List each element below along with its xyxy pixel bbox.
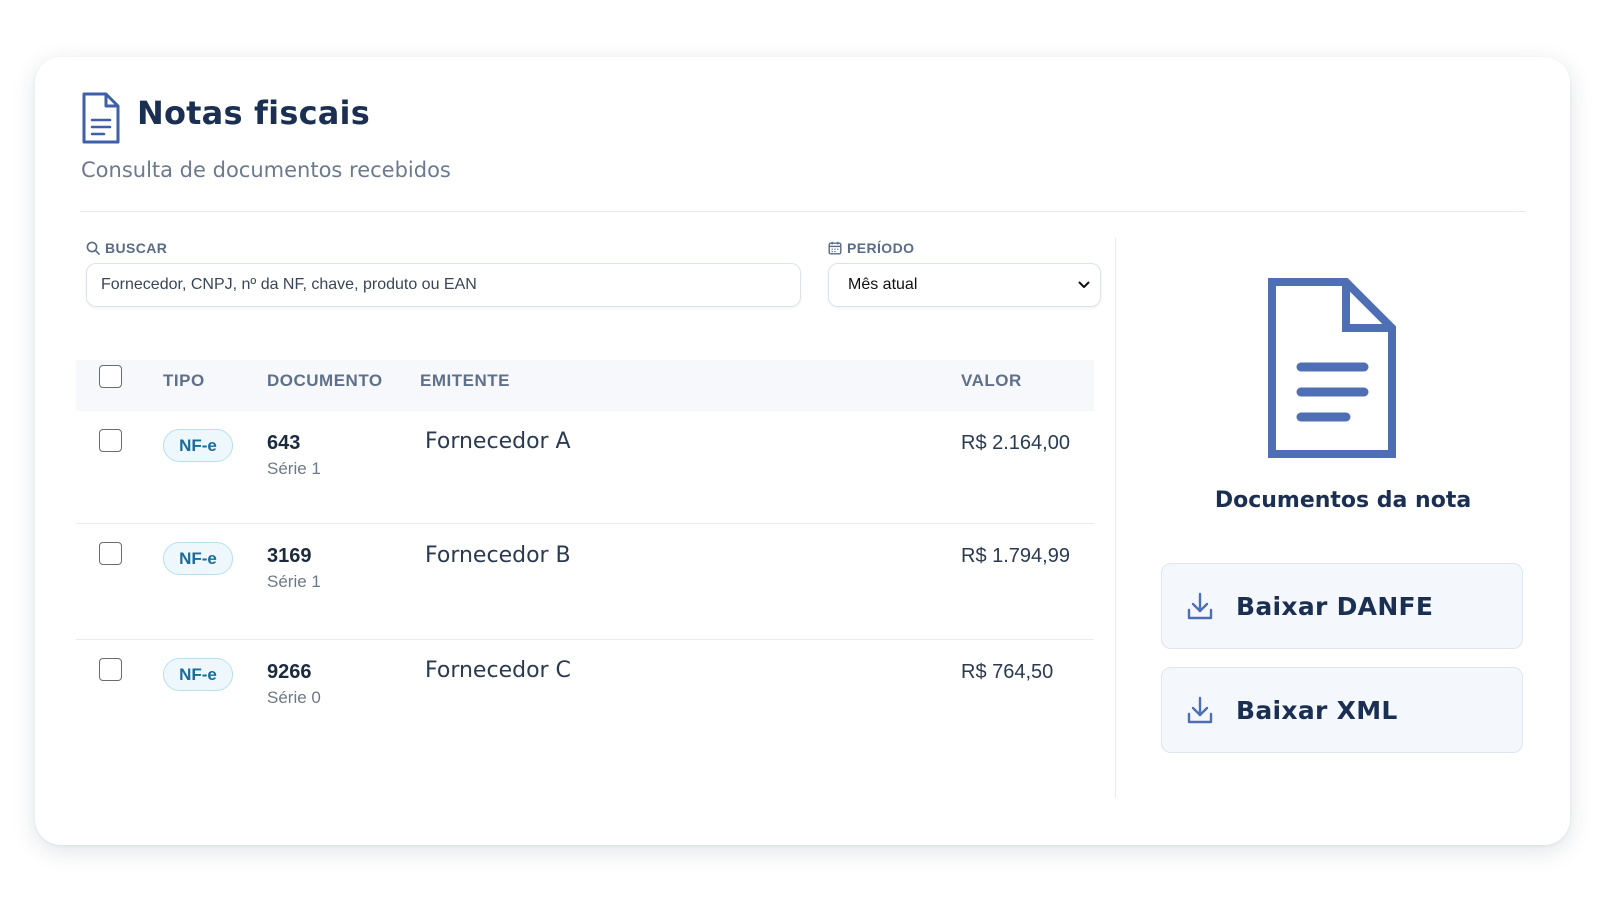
column-header-valor[interactable]: VALOR [961, 371, 1022, 391]
column-header-documento[interactable]: DOCUMENTO [267, 371, 383, 391]
download-icon [1187, 592, 1213, 620]
chevron-down-icon [1078, 281, 1090, 288]
type-badge: NF-e [163, 658, 233, 691]
table-row[interactable] [76, 524, 1094, 638]
row-checkbox[interactable] [99, 658, 122, 681]
download-danfe-button[interactable]: Baixar DANFE [1161, 563, 1523, 649]
calendar-icon [828, 241, 842, 255]
emitente-name: Fornecedor A [425, 429, 571, 454]
download-xml-label: Baixar XML [1236, 695, 1398, 725]
type-badge: NF-e [163, 429, 233, 462]
period-label: PERÍODO [828, 240, 914, 256]
column-header-emitente[interactable]: EMITENTE [420, 371, 510, 391]
header-divider [80, 211, 1526, 212]
emitente-name: Fornecedor B [425, 543, 571, 568]
document-serie: Série 1 [267, 572, 321, 591]
download-icon [1187, 696, 1213, 724]
download-xml-button[interactable]: Baixar XML [1161, 667, 1523, 753]
document-icon [1268, 278, 1396, 458]
column-header-tipo[interactable]: TIPO [163, 371, 205, 391]
panel-divider [1115, 238, 1116, 798]
select-all-checkbox[interactable] [99, 365, 122, 388]
page-subtitle: Consulta de documentos recebidos [81, 158, 451, 182]
table-row[interactable] [76, 640, 1094, 752]
row-value: R$ 1.794,99 [961, 545, 1070, 567]
row-checkbox[interactable] [99, 542, 122, 565]
type-badge: NF-e [163, 542, 233, 575]
document-number: 3169 [267, 545, 312, 567]
table-row[interactable] [76, 411, 1094, 525]
row-value: R$ 764,50 [961, 661, 1054, 683]
document-number: 643 [267, 432, 301, 454]
search-icon [86, 241, 100, 255]
search-label: BUSCAR [86, 240, 167, 256]
table-header [76, 360, 1094, 411]
document-number: 9266 [267, 661, 312, 683]
search-input[interactable] [86, 263, 801, 307]
document-serie: Série 0 [267, 688, 321, 707]
download-danfe-label: Baixar DANFE [1236, 591, 1434, 621]
period-select[interactable]: Mês atual [828, 263, 1101, 307]
period-select-value: Mês atual [848, 276, 918, 293]
period-label-text: PERÍODO [847, 240, 915, 256]
page-title: Notas fiscais [137, 94, 370, 132]
search-label-text: BUSCAR [105, 240, 168, 256]
document-serie: Série 1 [267, 459, 321, 478]
row-value: R$ 2.164,00 [961, 432, 1070, 454]
emitente-name: Fornecedor C [425, 658, 571, 683]
panel-title: Documentos da nota [1214, 488, 1472, 513]
row-checkbox[interactable] [99, 429, 122, 452]
document-icon [82, 92, 120, 144]
